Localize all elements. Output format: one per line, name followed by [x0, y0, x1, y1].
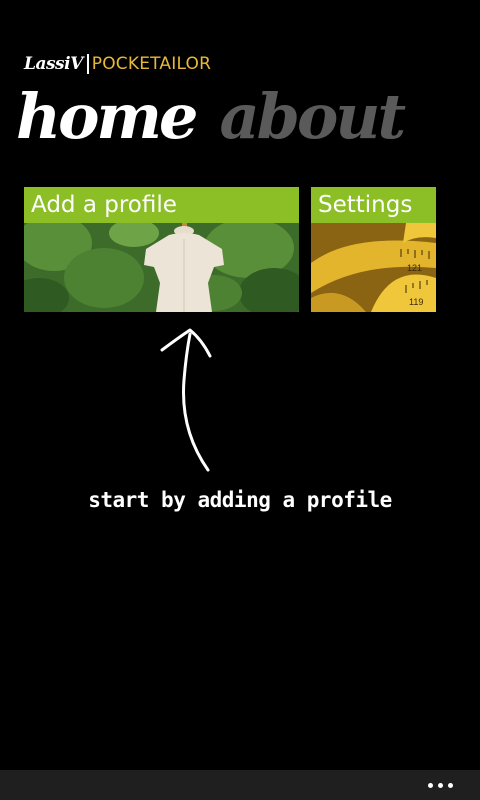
hand-drawn-arrow-up-icon	[160, 328, 212, 472]
ellipsis-dot	[437, 782, 443, 788]
svg-text:121: 121	[407, 263, 422, 273]
pivot-header-about[interactable]: about	[219, 78, 406, 156]
ellipsis-dot	[427, 782, 433, 788]
pivot-headers: home about	[16, 78, 406, 156]
brand-logo: LassiV	[24, 54, 83, 74]
settings-tile[interactable]: Settings 121 119	[311, 187, 436, 312]
ellipsis-icon[interactable]	[420, 770, 460, 800]
settings-tile-label: Settings	[311, 187, 436, 223]
add-profile-tile[interactable]: Add a profile	[24, 187, 299, 312]
ellipsis-dot	[447, 782, 453, 788]
hint-text: start by adding a profile	[88, 488, 392, 512]
dress-form-mannequin-icon	[24, 223, 299, 312]
brand-divider	[86, 54, 89, 74]
app-header: LassiV POCKETAILOR	[24, 52, 211, 76]
pivot-header-home[interactable]: home	[16, 78, 198, 156]
tape-measure-icon: 121 119	[311, 223, 436, 312]
app-title: POCKETAILOR	[91, 54, 212, 74]
add-profile-tile-label: Add a profile	[24, 187, 299, 223]
svg-text:119: 119	[409, 297, 423, 307]
app-bar	[0, 770, 480, 800]
